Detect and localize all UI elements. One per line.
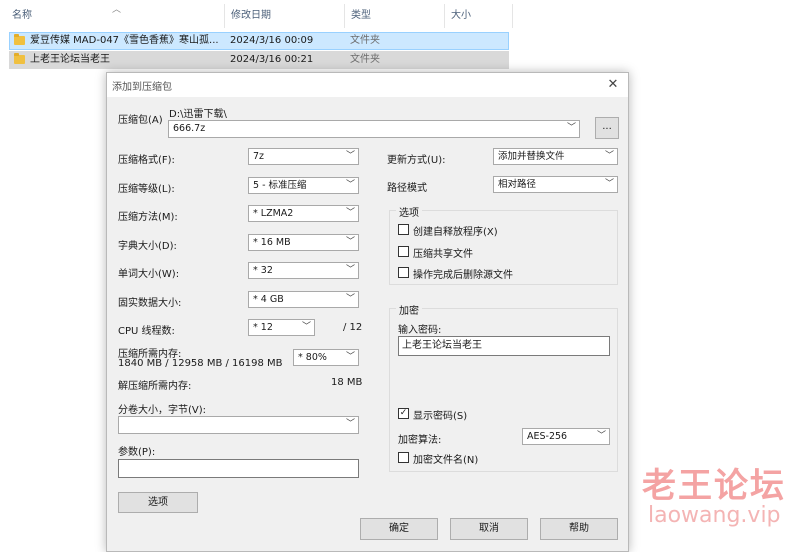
archive-filename-combo[interactable]: 666.7z ﹀: [168, 120, 580, 138]
chevron-down-icon: ﹀: [596, 431, 606, 441]
sort-ascending-icon: ︿: [112, 5, 122, 15]
help-button[interactable]: 帮助: [540, 518, 618, 540]
word-label: 单词大小(W):: [118, 269, 180, 280]
browse-button[interactable]: ...: [595, 117, 619, 139]
level-value: 5 - 标准压缩: [253, 180, 307, 191]
mem-decomp-value: 18 MB: [331, 377, 363, 388]
mem-percent-select[interactable]: * 80% ﹀: [293, 349, 359, 366]
solid-select[interactable]: * 4 GB ﹀: [248, 291, 359, 308]
file-type: 文件夹: [350, 35, 380, 46]
params-label: 参数(P):: [118, 447, 156, 458]
solid-label: 固实数据大小:: [118, 298, 182, 309]
word-select[interactable]: * 32 ﹀: [248, 262, 359, 279]
level-label: 压缩等级(L):: [118, 184, 175, 195]
level-select[interactable]: 5 - 标准压缩 ﹀: [248, 177, 359, 194]
watermark-text: 老王论坛: [642, 466, 786, 506]
pathmode-value: 相对路径: [498, 179, 537, 190]
file-row-2[interactable]: 上老王论坛当老王 2024/3/16 00:21 文件夹: [9, 51, 509, 69]
password-label: 输入密码:: [398, 325, 442, 336]
encrypt-names-checkbox[interactable]: [398, 452, 409, 463]
pathmode-label: 路径模式: [387, 183, 427, 194]
chevron-down-icon: ﹀: [345, 352, 355, 362]
dict-label: 字典大小(D):: [118, 241, 177, 252]
mem-decomp-label: 解压缩所需内存:: [118, 381, 192, 392]
show-password-checkbox[interactable]: ✓: [398, 408, 409, 419]
delete-checkbox[interactable]: [398, 267, 409, 278]
params-input[interactable]: [118, 459, 359, 478]
ok-button[interactable]: 确定: [360, 518, 438, 540]
show-password-label: 显示密码(S): [413, 411, 468, 422]
file-type: 文件夹: [350, 54, 380, 65]
cpu-select[interactable]: * 12 ﹀: [248, 319, 315, 336]
file-modified: 2024/3/16 00:21: [230, 54, 314, 65]
options-group: 选项 创建自释放程序(X) 压缩共享文件 操作完成后删除源文件: [389, 204, 618, 285]
format-select[interactable]: 7z ﹀: [248, 148, 359, 165]
close-icon[interactable]: ✕: [598, 73, 628, 97]
column-header-size[interactable]: 大小: [445, 0, 511, 32]
dict-value: * 16 MB: [253, 237, 291, 248]
password-input[interactable]: 上老王论坛当老王: [398, 336, 610, 356]
sfx-label: 创建自释放程序(X): [413, 227, 498, 238]
options-button[interactable]: 选项: [118, 492, 198, 513]
encryption-method-label: 加密算法:: [398, 435, 442, 446]
file-modified: 2024/3/16 00:09: [230, 35, 314, 46]
archive-label: 压缩包(A): [118, 115, 163, 126]
encryption-group-title: 加密: [396, 302, 422, 317]
pathmode-select[interactable]: 相对路径 ﹀: [493, 176, 618, 193]
chevron-down-icon: ﹀: [301, 322, 311, 332]
word-value: * 32: [253, 265, 273, 276]
chevron-down-icon: ﹀: [345, 237, 355, 247]
encryption-group: 加密 输入密码: 上老王论坛当老王 ✓ 显示密码(S) 加密算法: AES-25…: [389, 302, 618, 472]
cpu-label: CPU 线程数:: [118, 326, 175, 337]
shared-checkbox[interactable]: [398, 246, 409, 257]
sfx-checkbox[interactable]: [398, 224, 409, 235]
chevron-down-icon: ﹀: [566, 123, 576, 133]
add-to-archive-dialog: 添加到压缩包 ✕ 压缩包(A) D:\迅雷下载\ 666.7z ﹀ ... 压缩…: [106, 72, 629, 552]
chevron-down-icon: ﹀: [345, 419, 355, 429]
update-value: 添加并替换文件: [498, 151, 565, 162]
file-name: 爱豆传媒 MAD-047《雪色香蕉》寒山孤...: [30, 35, 219, 46]
options-group-title: 选项: [396, 204, 422, 219]
cpu-value: * 12: [253, 322, 273, 333]
encrypt-names-label: 加密文件名(N): [413, 455, 479, 466]
folder-icon: [14, 34, 25, 45]
file-name: 上老王论坛当老王: [30, 54, 110, 65]
format-label: 压缩格式(F):: [118, 155, 175, 166]
shared-label: 压缩共享文件: [413, 249, 473, 260]
dict-select[interactable]: * 16 MB ﹀: [248, 234, 359, 251]
dialog-title: 添加到压缩包: [112, 82, 172, 93]
delete-label: 操作完成后删除源文件: [413, 270, 513, 281]
chevron-down-icon: ﹀: [345, 180, 355, 190]
method-select[interactable]: * LZMA2 ﹀: [248, 205, 359, 222]
chevron-down-icon: ﹀: [345, 151, 355, 161]
volume-combo[interactable]: ﹀: [118, 416, 359, 434]
mem-percent-value: * 80%: [298, 352, 327, 363]
format-value: 7z: [253, 151, 265, 162]
solid-value: * 4 GB: [253, 294, 284, 305]
column-divider[interactable]: [512, 4, 513, 28]
chevron-down-icon: ﹀: [604, 179, 614, 189]
method-label: 压缩方法(M):: [118, 212, 178, 223]
chevron-down-icon: ﹀: [345, 265, 355, 275]
dialog-titlebar[interactable]: 添加到压缩包 ✕: [107, 73, 628, 97]
watermark-url: laowang.vip: [648, 503, 781, 528]
update-select[interactable]: 添加并替换文件 ﹀: [493, 148, 618, 165]
chevron-down-icon: ﹀: [604, 151, 614, 161]
volume-label: 分卷大小，字节(V):: [118, 405, 207, 416]
archive-path: D:\迅雷下载\: [169, 109, 227, 120]
column-header-modified[interactable]: 修改日期: [225, 0, 343, 32]
mem-comp-detail: 1840 MB / 12958 MB / 16198 MB: [118, 358, 283, 369]
folder-icon: [14, 53, 25, 64]
encryption-method-select[interactable]: AES-256 ﹀: [522, 428, 610, 445]
method-value: * LZMA2: [253, 208, 294, 219]
cpu-total: / 12: [343, 322, 363, 333]
encryption-method-value: AES-256: [527, 431, 568, 442]
archive-filename: 666.7z: [173, 123, 206, 134]
cancel-button[interactable]: 取消: [450, 518, 528, 540]
file-row-1[interactable]: 爱豆传媒 MAD-047《雪色香蕉》寒山孤... 2024/3/16 00:09…: [9, 32, 509, 50]
chevron-down-icon: ﹀: [345, 208, 355, 218]
update-label: 更新方式(U):: [387, 155, 446, 166]
chevron-down-icon: ﹀: [345, 294, 355, 304]
column-header-type[interactable]: 类型: [345, 0, 443, 32]
